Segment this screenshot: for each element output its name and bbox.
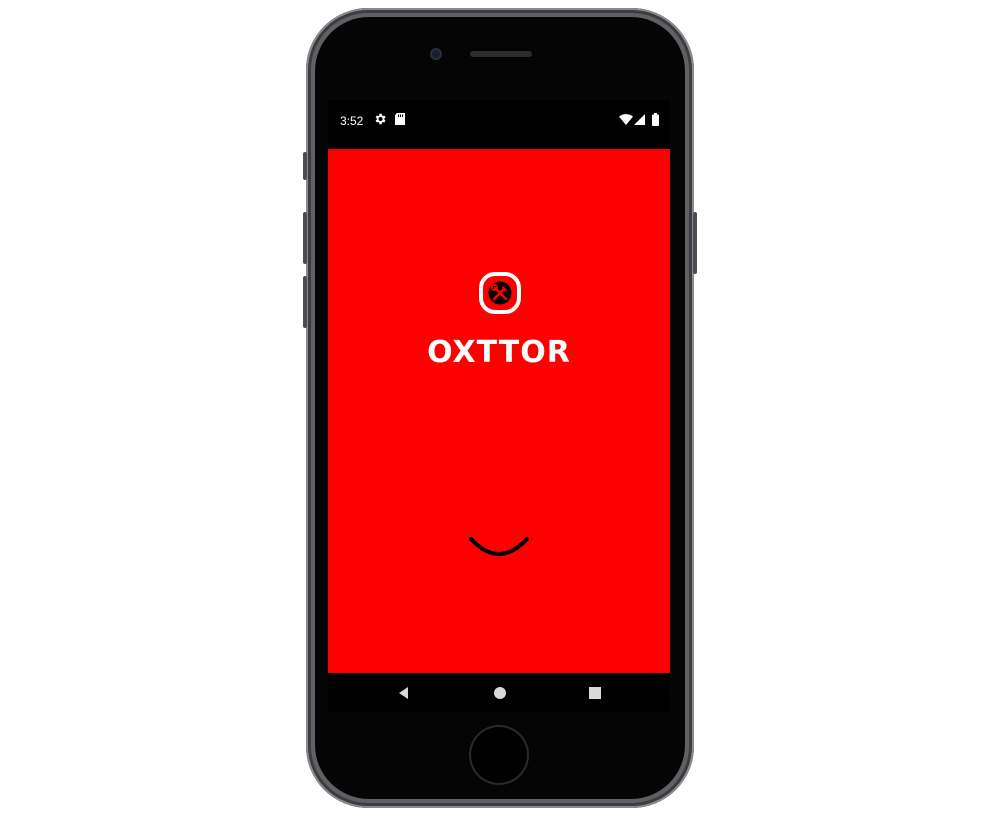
- volume-up-button: [303, 212, 307, 264]
- home-circle-icon: [494, 687, 506, 699]
- earpiece-speaker: [470, 51, 532, 57]
- recents-square-icon: [589, 687, 601, 699]
- back-triangle-icon: [399, 687, 408, 699]
- app-title: OXTTOR: [427, 335, 571, 370]
- home-hardware-button[interactable]: [469, 725, 529, 785]
- sd-card-icon: [394, 112, 406, 129]
- back-button[interactable]: [394, 683, 414, 703]
- front-camera-icon: [430, 48, 442, 60]
- navigation-bar: [328, 673, 670, 712]
- status-bar: 3:52: [328, 100, 670, 148]
- home-button[interactable]: [490, 683, 510, 703]
- volume-down-button: [303, 276, 307, 328]
- recents-button[interactable]: [585, 683, 605, 703]
- cellular-signal-icon: [634, 114, 645, 128]
- splash-screen: OXTTOR: [328, 149, 670, 673]
- wrench-screwdriver-icon: [478, 271, 522, 315]
- battery-icon: [652, 113, 659, 129]
- settings-gear-icon: [373, 112, 387, 129]
- power-button: [693, 212, 697, 274]
- device-stage: 3:52 OXTTOR: [0, 0, 1000, 822]
- mute-switch: [303, 152, 307, 180]
- wifi-icon: [619, 114, 633, 128]
- loading-spinner: [468, 535, 530, 563]
- screen: 3:52 OXTTOR: [328, 100, 670, 712]
- status-time: 3:52: [340, 114, 364, 128]
